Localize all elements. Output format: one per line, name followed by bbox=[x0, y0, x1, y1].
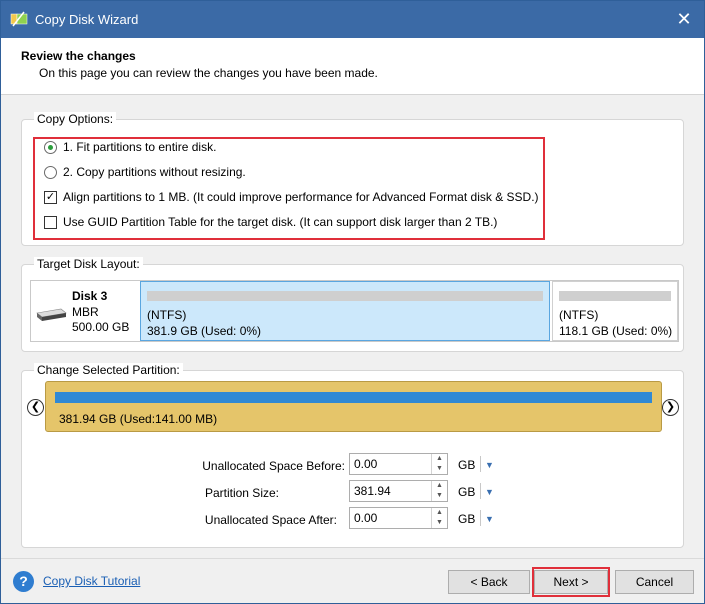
unallocated-after-input[interactable] bbox=[350, 508, 430, 528]
partition-bar-label: 381.94 GB (Used:141.00 MB) bbox=[59, 412, 218, 426]
partition-fill[interactable] bbox=[55, 392, 652, 403]
copy-options-group: Copy Options: 1. Fit partitions to entir… bbox=[21, 112, 684, 246]
partition-block-2[interactable]: (NTFS) 118.1 GB (Used: 0%) bbox=[552, 281, 678, 341]
chevron-left-icon: ❮ bbox=[30, 401, 41, 413]
target-disk-layout-group: Target Disk Layout: Disk 3 MBR 500.00 GB… bbox=[21, 257, 684, 352]
option-label: 2. Copy partitions without resizing. bbox=[63, 165, 246, 179]
next-button[interactable]: Next > bbox=[534, 570, 608, 594]
unit-label: GB bbox=[458, 512, 476, 526]
radio-unselected-icon bbox=[44, 165, 57, 179]
disk-name: Disk 3 bbox=[72, 289, 108, 303]
spin-up-icon[interactable]: ▲ bbox=[432, 508, 447, 518]
unallocated-before-spinner[interactable]: ▲ ▼ bbox=[349, 453, 448, 475]
page-header: Review the changes On this page you can … bbox=[1, 38, 704, 95]
chevron-right-icon: ❯ bbox=[665, 401, 676, 413]
hard-disk-icon bbox=[36, 308, 67, 321]
option-label: 1. Fit partitions to entire disk. bbox=[63, 140, 217, 154]
checkmark-icon: ✓ bbox=[44, 190, 57, 204]
partition-usage-bar bbox=[147, 291, 543, 301]
copy-options-label: Copy Options: bbox=[34, 112, 117, 126]
fit-partitions-radio[interactable]: 1. Fit partitions to entire disk. bbox=[44, 138, 216, 156]
unallocated-after-spinner[interactable]: ▲ ▼ bbox=[349, 507, 448, 529]
partition-filesystem: (NTFS) bbox=[559, 308, 599, 322]
disk-size: 500.00 GB bbox=[72, 320, 130, 334]
window-title: Copy Disk Wizard bbox=[35, 12, 139, 27]
unit-label: GB bbox=[458, 485, 476, 499]
partition-block-1-selected[interactable]: (NTFS) 381.9 GB (Used: 0%) bbox=[140, 281, 550, 341]
divider bbox=[480, 483, 481, 499]
spin-down-icon[interactable]: ▼ bbox=[432, 464, 447, 474]
spin-up-icon[interactable]: ▲ bbox=[432, 481, 447, 491]
help-icon[interactable]: ? bbox=[13, 571, 34, 592]
divider bbox=[480, 456, 481, 472]
page-subtitle: On this page you can review the changes … bbox=[39, 66, 378, 80]
unallocated-before-input[interactable] bbox=[350, 454, 430, 474]
copy-without-resizing-radio[interactable]: 2. Copy partitions without resizing. bbox=[44, 163, 246, 181]
close-icon: ✕ bbox=[676, 9, 692, 29]
spinner-buttons: ▲ ▼ bbox=[431, 481, 447, 501]
option-label: Align partitions to 1 MB. (It could impr… bbox=[63, 190, 539, 204]
back-button[interactable]: < Back bbox=[448, 570, 530, 594]
change-partition-label: Change Selected Partition: bbox=[34, 363, 183, 377]
option-label: Use GUID Partition Table for the target … bbox=[63, 215, 498, 229]
unallocated-after-label: Unallocated Space After: bbox=[204, 513, 337, 527]
checkbox-empty-icon bbox=[44, 215, 57, 229]
partition-info: 381.9 GB (Used: 0%) bbox=[147, 324, 262, 338]
spin-down-icon[interactable]: ▼ bbox=[432, 491, 447, 501]
use-gpt-checkbox[interactable]: Use GUID Partition Table for the target … bbox=[44, 213, 497, 231]
title-bar: Copy Disk Wizard ✕ bbox=[1, 1, 704, 38]
partition-resize-bar[interactable]: 381.94 GB (Used:141.00 MB) bbox=[45, 381, 662, 432]
close-button[interactable]: ✕ bbox=[664, 1, 704, 38]
partition-size-input[interactable] bbox=[350, 481, 430, 501]
scroll-left-button[interactable]: ❮ bbox=[27, 399, 44, 416]
divider bbox=[480, 510, 481, 526]
spin-up-icon[interactable]: ▲ bbox=[432, 454, 447, 464]
spinner-buttons: ▲ ▼ bbox=[431, 454, 447, 474]
partition-info: 118.1 GB (Used: 0%) bbox=[559, 324, 673, 338]
cancel-button[interactable]: Cancel bbox=[615, 570, 694, 594]
disk-info[interactable]: Disk 3 MBR 500.00 GB bbox=[31, 281, 138, 341]
spinner-buttons: ▲ ▼ bbox=[431, 508, 447, 528]
spin-down-icon[interactable]: ▼ bbox=[432, 518, 447, 528]
unit-label: GB bbox=[458, 458, 476, 472]
disk-partition-style: MBR bbox=[72, 305, 99, 319]
partition-usage-bar bbox=[559, 291, 671, 301]
copy-disk-wizard-window: Copy Disk Wizard ✕ Review the changes On… bbox=[0, 0, 705, 604]
partition-filesystem: (NTFS) bbox=[147, 308, 187, 322]
partition-size-label: Partition Size: bbox=[204, 486, 279, 500]
target-disk-layout-label: Target Disk Layout: bbox=[34, 257, 143, 271]
copy-disk-tutorial-link[interactable]: Copy Disk Tutorial bbox=[43, 574, 140, 588]
footer-divider bbox=[1, 558, 704, 559]
wizard-wand-icon bbox=[10, 11, 28, 27]
unit-dropdown-icon[interactable]: ▼ bbox=[485, 487, 494, 497]
unallocated-before-label: Unallocated Space Before: bbox=[202, 459, 345, 473]
radio-selected-icon bbox=[44, 140, 57, 154]
partition-size-spinner[interactable]: ▲ ▼ bbox=[349, 480, 448, 502]
page-title: Review the changes bbox=[21, 49, 136, 63]
scroll-right-button[interactable]: ❯ bbox=[662, 399, 679, 416]
align-1mb-checkbox[interactable]: ✓ Align partitions to 1 MB. (It could im… bbox=[44, 188, 539, 206]
disk-map: Disk 3 MBR 500.00 GB (NTFS) 381.9 GB (Us… bbox=[30, 280, 679, 342]
unit-dropdown-icon[interactable]: ▼ bbox=[485, 514, 494, 524]
unit-dropdown-icon[interactable]: ▼ bbox=[485, 460, 494, 470]
